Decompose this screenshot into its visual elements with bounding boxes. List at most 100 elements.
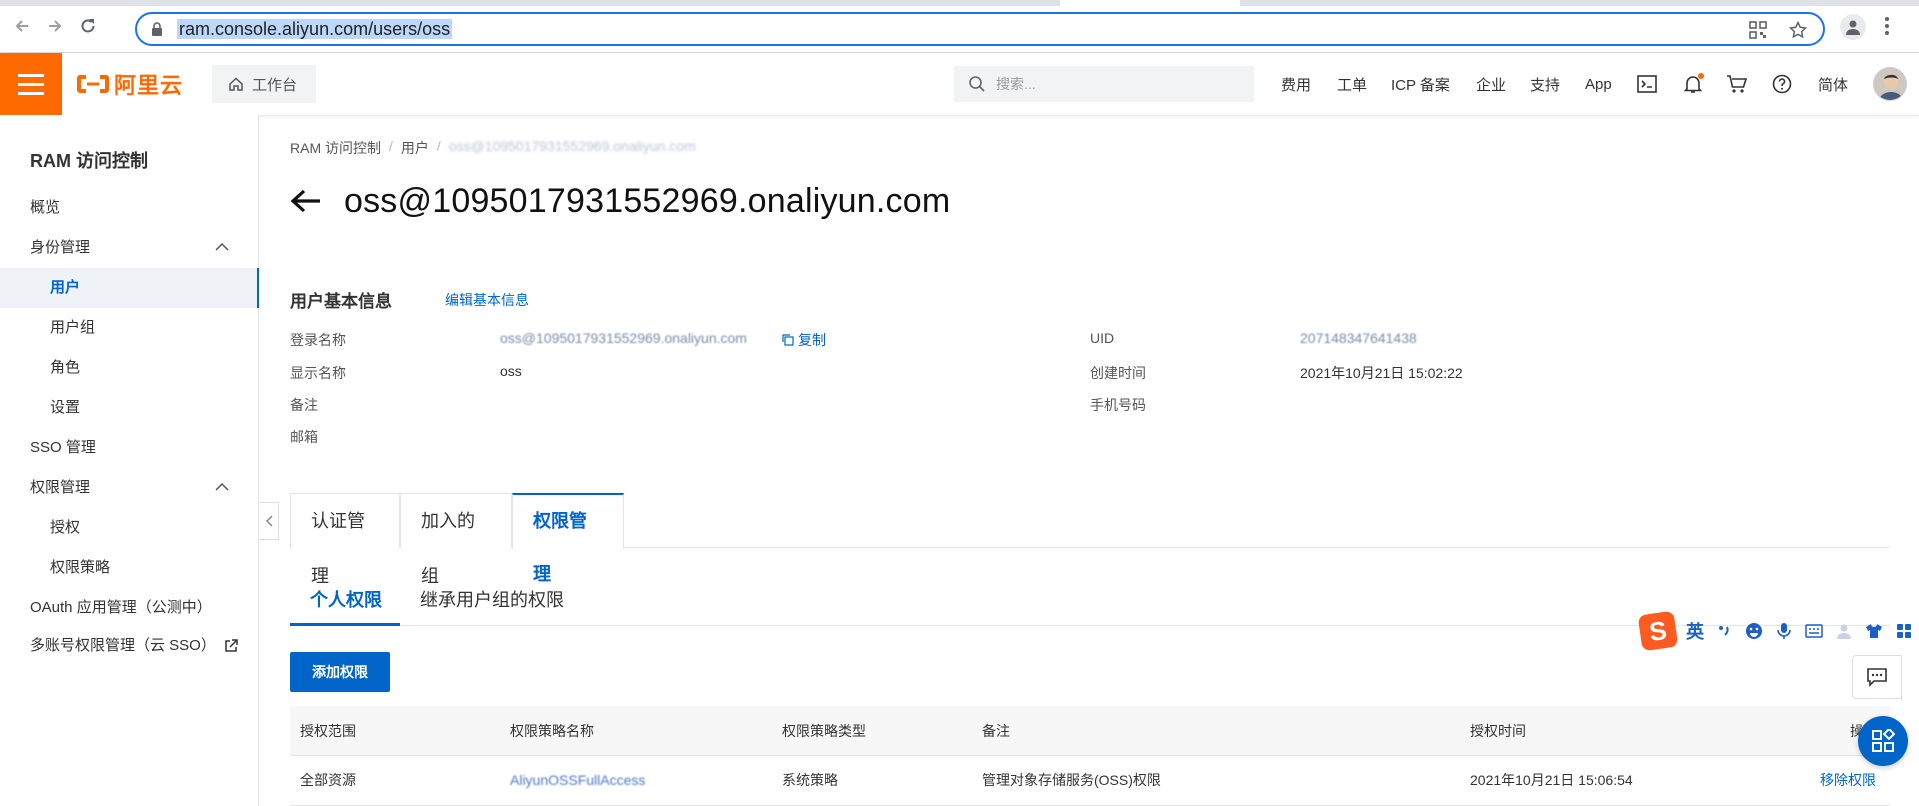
page-title: oss@1095017931552969.onaliyun.com [344, 181, 951, 220]
nav-enterprise[interactable]: 企业 [1476, 53, 1506, 115]
chat-feedback-button[interactable] [1852, 655, 1902, 699]
back-icon[interactable] [10, 14, 34, 38]
apps-grid-icon [1872, 729, 1895, 752]
user-icon[interactable] [1834, 621, 1854, 641]
bell-icon[interactable] [1682, 73, 1704, 95]
bookmark-star-icon[interactable] [1789, 21, 1807, 39]
aliyun-logo[interactable]: 阿里云 [76, 69, 183, 99]
punctuation-icon[interactable] [1714, 621, 1734, 641]
cart-icon[interactable] [1726, 73, 1748, 95]
sidebar-item-permissions[interactable]: 权限管理 [0, 468, 259, 508]
nav-app[interactable]: App [1585, 53, 1612, 115]
home-icon [229, 77, 243, 91]
cell-scope: 全部资源 [300, 772, 356, 788]
sidebar-item-label: 角色 [50, 359, 81, 376]
terminal-icon[interactable] [1636, 73, 1658, 95]
workbench-label: 工作台 [252, 76, 298, 94]
tab-authentication[interactable]: 认证管理 [290, 493, 400, 586]
nav-icp[interactable]: ICP 备案 [1391, 53, 1450, 115]
page-header: oss@1095017931552969.onaliyun.com [290, 179, 950, 223]
sidebar-item-roles[interactable]: 角色 [0, 348, 259, 388]
keyboard-icon[interactable] [1804, 621, 1824, 641]
aliyun-logo-mark-icon [77, 75, 109, 93]
console-header: 阿里云 工作台 搜索... 费用 工单 ICP 备案 企业 支持 App 简体 [0, 53, 1919, 115]
sidebar-item-overview[interactable]: 概览 [0, 188, 259, 228]
tab-groups[interactable]: 加入的组 [400, 493, 512, 586]
sidebar-item-policies[interactable]: 权限策略 [0, 548, 259, 588]
search-icon [969, 76, 985, 92]
created-time-label: 创建时间 [1090, 365, 1146, 381]
cell-policy-type: 系统策略 [782, 772, 838, 788]
help-icon[interactable] [1771, 73, 1793, 95]
column-header: 备注 [982, 723, 1010, 739]
column-header: 授权时间 [1470, 723, 1526, 739]
subtab-personal-permissions[interactable]: 个人权限 [290, 580, 400, 626]
chat-icon [1867, 668, 1887, 687]
forward-icon[interactable] [43, 14, 67, 38]
apps-float-button[interactable] [1858, 716, 1908, 766]
sogou-ime-logo[interactable]: S [1637, 610, 1679, 652]
sidebar-item-sso[interactable]: SSO 管理 [0, 428, 259, 468]
sidebar-item-cloud-sso[interactable]: 多账号权限管理（云 SSO） [0, 626, 259, 666]
cell-policy-name[interactable]: AliyunOSSFullAccess [510, 756, 645, 804]
logo-text: 阿里云 [114, 73, 184, 98]
search-input[interactable]: 搜索... [954, 66, 1254, 102]
back-arrow-icon[interactable] [290, 188, 322, 214]
reload-icon[interactable] [76, 14, 100, 38]
chevron-up-icon [215, 482, 229, 491]
display-name-label: 显示名称 [290, 365, 346, 381]
subtab-inherited-permissions[interactable]: 继承用户组的权限 [420, 580, 564, 626]
sidebar-item-identity[interactable]: 身份管理 [0, 228, 259, 268]
sidebar-item-label: 用户 [50, 279, 81, 296]
sidebar-item-label: 多账号权限管理（云 SSO） [30, 637, 216, 654]
browser-toolbar: ram.console.aliyun.com/users/oss [0, 0, 1919, 53]
remove-permission-link[interactable]: 移除权限 [1820, 756, 1876, 804]
ime-toolbar: S 英 [1637, 610, 1919, 652]
qr-code-icon[interactable] [1749, 21, 1767, 39]
phone-label: 手机号码 [1090, 397, 1146, 413]
breadcrumb-users[interactable]: 用户 [401, 138, 429, 158]
language-switch[interactable]: 简体 [1818, 53, 1848, 115]
breadcrumb-ram[interactable]: RAM 访问控制 [290, 138, 381, 158]
emoji-icon[interactable] [1744, 621, 1764, 641]
search-placeholder: 搜索... [996, 76, 1036, 92]
add-permission-button[interactable]: 添加权限 [290, 652, 390, 692]
address-bar[interactable]: ram.console.aliyun.com/users/oss [135, 12, 1825, 46]
sidebar-item-settings[interactable]: 设置 [0, 388, 259, 428]
nav-tickets[interactable]: 工单 [1337, 53, 1367, 115]
sidebar-item-grants[interactable]: 授权 [0, 508, 259, 548]
column-header: 授权范围 [300, 723, 356, 739]
profile-icon[interactable] [1840, 14, 1866, 40]
skin-icon[interactable] [1864, 621, 1884, 641]
table-header: 授权范围 权限策略名称 权限策略类型 备注 授权时间 操作 [290, 706, 1890, 756]
address-url[interactable]: ram.console.aliyun.com/users/oss [177, 19, 453, 39]
browser-menu-icon[interactable] [1884, 16, 1890, 36]
breadcrumb-separator: / [436, 138, 441, 154]
microphone-icon[interactable] [1774, 621, 1794, 641]
ime-mode-toggle[interactable]: 英 [1686, 618, 1704, 644]
uid-label: UID [1090, 330, 1115, 346]
avatar[interactable] [1873, 67, 1907, 101]
user-detail-tabs: 认证管理 加入的组 权限管理 [290, 493, 1890, 586]
workbench-button[interactable]: 工作台 [212, 65, 316, 103]
tab-permissions[interactable]: 权限管理 [512, 493, 624, 584]
sidebar-item-label: OAuth 应用管理（公测中） [30, 599, 212, 616]
menu-icon[interactable] [0, 53, 62, 115]
notification-dot [1698, 73, 1704, 79]
uid-value: 207148347641438 [1300, 330, 1417, 346]
browser-active-tab[interactable] [1060, 0, 1240, 6]
lock-icon[interactable] [151, 22, 163, 36]
main-content: RAM 访问控制 / 用户 / oss@1095017931552969.ona… [260, 115, 1919, 806]
toolbox-icon[interactable] [1894, 621, 1914, 641]
nav-fees[interactable]: 费用 [1281, 53, 1311, 115]
breadcrumb-current: oss@1095017931552969.onaliyun.com [448, 138, 696, 154]
sidebar-item-label: 授权 [50, 519, 81, 536]
sidebar-item-user-groups[interactable]: 用户组 [0, 308, 259, 348]
copy-login-name-button[interactable]: 复制 [782, 330, 826, 350]
sidebar-item-users[interactable]: 用户 [0, 268, 259, 308]
nav-support[interactable]: 支持 [1530, 53, 1560, 115]
table-row: 全部资源 AliyunOSSFullAccess 系统策略 管理对象存储服务(O… [290, 756, 1890, 806]
browser-tabstrip [0, 0, 1919, 6]
edit-basic-info-link[interactable]: 编辑基本信息 [445, 290, 529, 310]
sidebar-item-oauth[interactable]: OAuth 应用管理（公测中） [0, 588, 259, 628]
